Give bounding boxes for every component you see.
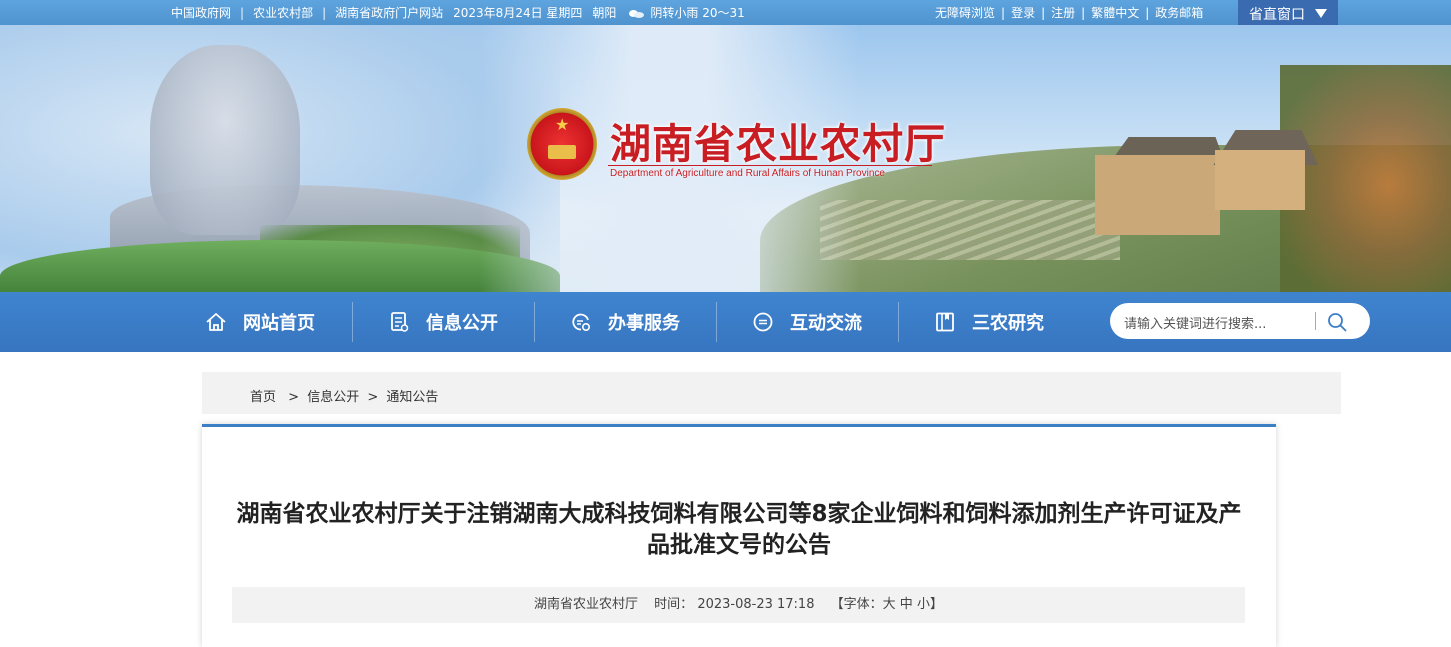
- banner-statue: [150, 45, 300, 235]
- font-medium-button[interactable]: 中: [900, 597, 913, 612]
- banner-house: [1095, 155, 1220, 235]
- city-text: 朝阳: [592, 6, 617, 20]
- breadcrumb-info-disclosure[interactable]: 信息公开: [307, 390, 359, 405]
- nav-divider: [352, 302, 353, 342]
- banner-terrace: [820, 200, 1120, 260]
- search-input[interactable]: 请输入关键词进行搜索...: [1124, 313, 1266, 332]
- link-hunan-gov[interactable]: 湖南省政府门户网站: [335, 4, 443, 21]
- chat-icon: [752, 311, 774, 333]
- site-subtitle: Department of Agriculture and Rural Affa…: [610, 168, 885, 179]
- article-time: 2023-08-23 17:18: [697, 597, 815, 612]
- font-size-close: 】: [929, 597, 943, 612]
- link-register[interactable]: 注册: [1051, 4, 1075, 21]
- article-source: 湖南省农业农村厅: [534, 597, 639, 612]
- weather-cloud-icon: [626, 9, 645, 19]
- nav-interaction[interactable]: 互动交流: [752, 292, 862, 352]
- article-meta: 湖南省农业农村厅 时间： 2023-08-23 17:18 【字体：大 中 小】: [232, 587, 1245, 623]
- banner-autumn-trees: [1280, 65, 1451, 292]
- nav-info-label: 信息公开: [426, 313, 498, 334]
- breadcrumb-separator: >: [367, 390, 379, 405]
- nav-services-label: 办事服务: [608, 313, 680, 334]
- nav-divider: [898, 302, 899, 342]
- breadcrumb: 首页 > 信息公开 > 通知公告: [202, 372, 1341, 414]
- date-text: 2023年8月24日 星期四: [453, 6, 583, 20]
- search-icon[interactable]: [1326, 311, 1348, 333]
- top-bar-right: 无障碍浏览 | 登录 | 注册 | 繁體中文 | 政务邮箱: [935, 4, 1203, 21]
- emblem-star-icon: ★: [555, 115, 570, 134]
- site-title[interactable]: 湖南省农业农村厅: [610, 110, 946, 170]
- triangle-down-icon: [1315, 9, 1327, 18]
- divider: |: [1081, 5, 1086, 20]
- divider: |: [322, 5, 327, 20]
- divider: |: [1145, 5, 1150, 20]
- link-accessibility[interactable]: 无障碍浏览: [935, 4, 995, 21]
- font-large-button[interactable]: 大: [883, 597, 896, 612]
- top-bar: 中国政府网 | 农业农村部 | 湖南省政府门户网站 2023年8月24日 星期四…: [0, 0, 1451, 25]
- nav-divider: [716, 302, 717, 342]
- search-divider: [1315, 312, 1316, 330]
- link-login[interactable]: 登录: [1011, 4, 1035, 21]
- book-icon: [934, 311, 956, 333]
- nav-home-label: 网站首页: [243, 313, 315, 334]
- link-traditional-chinese[interactable]: 繁體中文: [1091, 4, 1139, 21]
- font-size-label: 【字体：: [830, 597, 883, 612]
- title-underline: [608, 165, 932, 166]
- service-icon: [570, 311, 592, 333]
- nav-services[interactable]: 办事服务: [570, 292, 680, 352]
- banner-house: [1215, 150, 1305, 210]
- province-window-label: 省直窗口: [1249, 6, 1305, 23]
- divider: |: [1001, 5, 1006, 20]
- article-title: 湖南省农业农村厅关于注销湖南大成科技饲料有限公司等8家企业饲料和饲料添加剂生产许…: [236, 501, 1242, 558]
- weather-text: 阴转小雨 20～31: [650, 6, 745, 20]
- province-window-dropdown[interactable]: 省直窗口: [1238, 0, 1338, 27]
- nav-home[interactable]: 网站首页: [205, 292, 315, 352]
- divider: |: [240, 5, 245, 20]
- article-card: 湖南省农业农村厅关于注销湖南大成科技饲料有限公司等8家企业饲料和饲料添加剂生产许…: [202, 424, 1276, 647]
- link-moa[interactable]: 农业农村部: [253, 4, 313, 21]
- breadcrumb-separator: >: [288, 390, 300, 405]
- home-icon: [205, 311, 227, 333]
- divider: |: [1041, 5, 1046, 20]
- nav-info-disclosure[interactable]: 信息公开: [388, 292, 498, 352]
- nav-interaction-label: 互动交流: [790, 313, 862, 334]
- document-icon: [388, 311, 410, 333]
- top-bar-left: 中国政府网 | 农业农村部 | 湖南省政府门户网站 2023年8月24日 星期四…: [171, 4, 745, 21]
- article-time-label: 时间：: [654, 597, 694, 612]
- link-china-gov[interactable]: 中国政府网: [171, 4, 231, 21]
- search-box[interactable]: 请输入关键词进行搜索...: [1110, 303, 1370, 339]
- breadcrumb-home[interactable]: 首页: [250, 390, 276, 405]
- nav-research-label: 三农研究: [972, 313, 1044, 334]
- font-small-button[interactable]: 小: [917, 597, 930, 612]
- emblem-gate-icon: [548, 145, 576, 159]
- link-gov-mail[interactable]: 政务邮箱: [1155, 4, 1203, 21]
- nav-research[interactable]: 三农研究: [934, 292, 1044, 352]
- nav-divider: [534, 302, 535, 342]
- breadcrumb-notices[interactable]: 通知公告: [386, 390, 438, 405]
